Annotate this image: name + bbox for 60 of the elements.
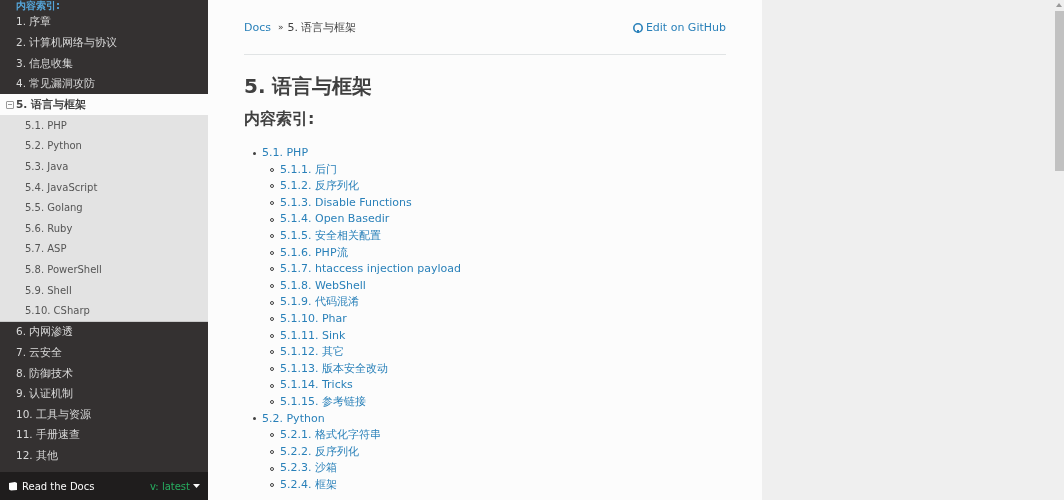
brand-link[interactable]: Read the Docs (8, 478, 95, 494)
scrollbar-thumb[interactable] (1054, 11, 1064, 171)
toc-link[interactable]: 5.1. PHP (262, 145, 309, 162)
sidebar-subitem[interactable]: 5.8. PowerShell (0, 259, 208, 280)
toc-link[interactable]: 5.1.12. 其它 (280, 344, 344, 361)
bullet-icon (253, 417, 256, 421)
sidebar-subitem[interactable]: 5.3. Java (0, 156, 208, 177)
sidebar-item[interactable]: 1. 序章 (0, 12, 208, 33)
bullet-icon (253, 151, 256, 155)
sidebar-item[interactable]: 10. 工具与资源 (0, 404, 208, 425)
sidebar-subitem[interactable]: 5.5. Golang (0, 197, 208, 218)
toc-link[interactable]: 5.1.14. Tricks (280, 377, 353, 394)
toc-link[interactable]: 5.1.15. 参考链接 (280, 393, 366, 411)
edit-link[interactable]: Edit on GitHub (632, 19, 726, 37)
toc-link[interactable]: 5.1.2. 反序列化 (280, 178, 359, 195)
version-selector[interactable]: v: latest (149, 478, 200, 494)
collapse-icon[interactable] (6, 100, 14, 109)
sidebar-subitem[interactable]: 5.2. Python (0, 135, 208, 157)
sidebar-subitem[interactable]: 5.7. ASP (0, 238, 208, 260)
sidebar-subitem[interactable]: 5.4. JavaScript (0, 176, 208, 198)
toc-link[interactable]: 5.1.6. PHP流 (280, 244, 348, 262)
book-icon (8, 481, 18, 491)
sidebar-item[interactable]: 4. 常见漏洞攻防 (0, 73, 208, 95)
breadcrumb-link[interactable]: Docs (244, 19, 271, 37)
sidebar-item[interactable]: 5. 语言与框架 (0, 94, 208, 115)
section-heading: 内容索引: (244, 108, 316, 130)
sidebar-item[interactable]: 11. 手册速查 (0, 424, 208, 446)
sidebar-subitem[interactable]: 5.1. PHP (0, 114, 208, 136)
toc-link[interactable]: 5.1.5. 安全相关配置 (280, 228, 381, 245)
sidebar-item[interactable]: 9. 认证机制 (0, 383, 208, 405)
breadcrumb-current: 5. 语言与框架 (287, 19, 357, 36)
toc-link[interactable]: 5.1.1. 后门 (280, 161, 337, 179)
sidebar-subitem[interactable]: 5.6. Ruby (0, 217, 208, 239)
github-icon (632, 23, 643, 33)
toc-link[interactable]: 5.1.10. Phar (280, 311, 347, 328)
sidebar-item[interactable]: 7. 云安全 (0, 342, 208, 364)
breadcrumb-separator: » (278, 21, 284, 35)
toc-link[interactable]: 5.2. Python (262, 410, 325, 428)
toc-link[interactable]: 5.2.4. 框架 (280, 476, 337, 494)
sidebar-item[interactable]: 6. 内网渗透 (0, 321, 208, 343)
toc-link[interactable]: 5.1.9. 代码混淆 (280, 294, 359, 311)
toc-link[interactable]: 5.2.2. 反序列化 (280, 443, 359, 461)
toc-link[interactable]: 5.1.4. Open Basedir (280, 211, 390, 228)
sidebar-item[interactable]: 2. 计算机网络与协议 (0, 32, 208, 54)
toc-link[interactable]: 5.1.8. WebShell (280, 277, 366, 295)
toc-link[interactable]: 5.1.3. Disable Functions (280, 194, 412, 212)
sidebar-item[interactable]: 3. 信息收集 (0, 53, 208, 74)
sidebar-subitem[interactable]: 5.9. Shell (0, 279, 208, 301)
caret-icon (193, 484, 200, 488)
toc-link[interactable]: 5.1.13. 版本安全改动 (280, 360, 388, 378)
sidebar-subitem[interactable]: 5.10. CSharp (0, 300, 208, 321)
toc-link[interactable]: 5.2.1. 格式化字符串 (280, 427, 381, 444)
sidebar-item[interactable]: 8. 防御技术 (0, 363, 208, 384)
toc-link[interactable]: 5.1.11. Sink (280, 327, 346, 345)
scroll-up-icon[interactable] (1056, 3, 1062, 7)
toc-link[interactable]: 5.2.3. 沙箱 (280, 460, 337, 477)
sidebar-item[interactable]: 12. 其他 (0, 445, 208, 467)
page-title: 5. 语言与框架 (244, 73, 374, 100)
sidebar-caption: 内容索引: (16, 0, 60, 12)
toc-link[interactable]: 5.1.7. htaccess injection payload (280, 261, 462, 278)
